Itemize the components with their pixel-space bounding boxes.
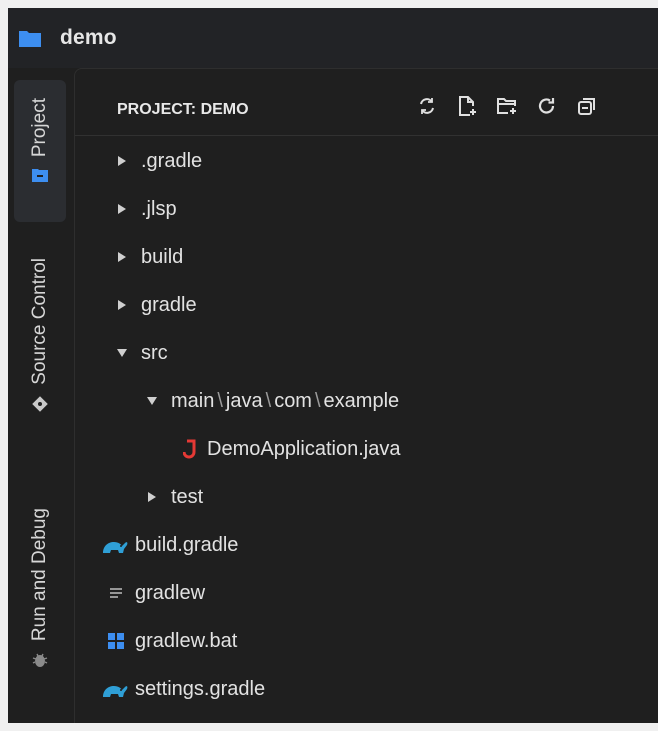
tab-source-control-label: Source Control [29, 258, 50, 385]
tab-source-control[interactable]: Source Control [14, 258, 66, 448]
tree-item-label: test [171, 485, 204, 508]
folder-icon [18, 28, 42, 48]
tree-item-build-folder[interactable]: build [113, 237, 183, 277]
chevron-right-icon[interactable] [113, 251, 131, 263]
activity-bar: Project Source Control Run and Debug [8, 68, 72, 723]
tree-item-test-folder[interactable]: test [143, 477, 203, 517]
path-separator: \ [265, 389, 272, 412]
tab-project[interactable]: Project [14, 80, 66, 222]
tree-item-label: settings.gradle [135, 677, 266, 700]
tree-item-label: src [141, 341, 168, 364]
new-folder-icon[interactable] [487, 92, 527, 120]
new-file-icon[interactable] [447, 92, 487, 120]
collapse-all-icon[interactable] [567, 92, 607, 120]
tree-item-label: gradle [141, 293, 197, 316]
tab-run-and-debug[interactable]: Run and Debug [14, 508, 66, 708]
tree-item-src-folder[interactable]: src [113, 333, 168, 373]
tree-item-gradle-folder[interactable]: .gradle [113, 141, 202, 181]
tree-item-label: gradlew.bat [135, 629, 238, 652]
path-separator: \ [217, 389, 223, 412]
java-file-icon [183, 439, 197, 459]
tree-item-gradlew-bat[interactable]: gradlew.bat [107, 621, 237, 661]
chevron-right-icon[interactable] [143, 491, 161, 503]
chevron-right-icon[interactable] [113, 299, 131, 311]
tab-run-and-debug-label: Run and Debug [29, 508, 50, 642]
package-segment: java [225, 389, 263, 412]
windows-icon [107, 632, 125, 650]
tree-item-jlsp-folder[interactable]: .jlsp [113, 189, 177, 229]
editor-window: demo Project Source Control Run and Debu… [8, 8, 658, 723]
chevron-down-icon[interactable] [143, 396, 161, 406]
gradle-elephant-icon [101, 679, 129, 699]
path-separator: \ [314, 389, 321, 412]
chevron-down-icon[interactable] [113, 348, 131, 358]
gradle-elephant-icon [101, 535, 129, 555]
explorer-actions [407, 92, 607, 120]
tab-project-label: Project [29, 98, 50, 158]
bug-icon [31, 651, 49, 674]
chevron-right-icon[interactable] [113, 155, 131, 167]
package-segment: main [171, 389, 215, 412]
refresh-icon[interactable] [407, 92, 447, 120]
chevron-right-icon[interactable] [113, 203, 131, 215]
tree-item-gradle-dir[interactable]: gradle [113, 285, 197, 325]
tree-item-label: build [141, 245, 184, 268]
tree-item-demoapplication-java[interactable]: DemoApplication.java [183, 429, 400, 469]
tree-item-label: DemoApplication.java [207, 437, 401, 460]
package-segment: example [323, 389, 400, 412]
title-bar: demo [8, 8, 658, 68]
explorer-title: PROJECT: DEMO [117, 101, 249, 118]
explorer-header: PROJECT: DEMO [75, 69, 658, 136]
git-icon [31, 395, 49, 418]
tree-item-settings-gradle[interactable]: settings.gradle [101, 669, 265, 709]
tree-item-build-gradle[interactable]: build.gradle [101, 525, 238, 565]
tree-item-gradlew[interactable]: gradlew [109, 573, 205, 613]
explorer-panel: PROJECT: DEMO .gradle .jlsp build gradle… [74, 68, 658, 723]
tree-item-label: gradlew [135, 581, 206, 604]
tree-item-label: .jlsp [141, 197, 177, 220]
reload-icon[interactable] [527, 92, 567, 120]
folder-icon [31, 167, 49, 188]
window-title: demo [60, 26, 117, 49]
tree-item-package-folder[interactable]: main \ java \ com \ example [143, 381, 399, 421]
tree-item-label: build.gradle [135, 533, 239, 556]
text-file-icon [109, 586, 123, 600]
package-segment: com [274, 389, 312, 412]
tree-item-label: .gradle [141, 149, 203, 172]
